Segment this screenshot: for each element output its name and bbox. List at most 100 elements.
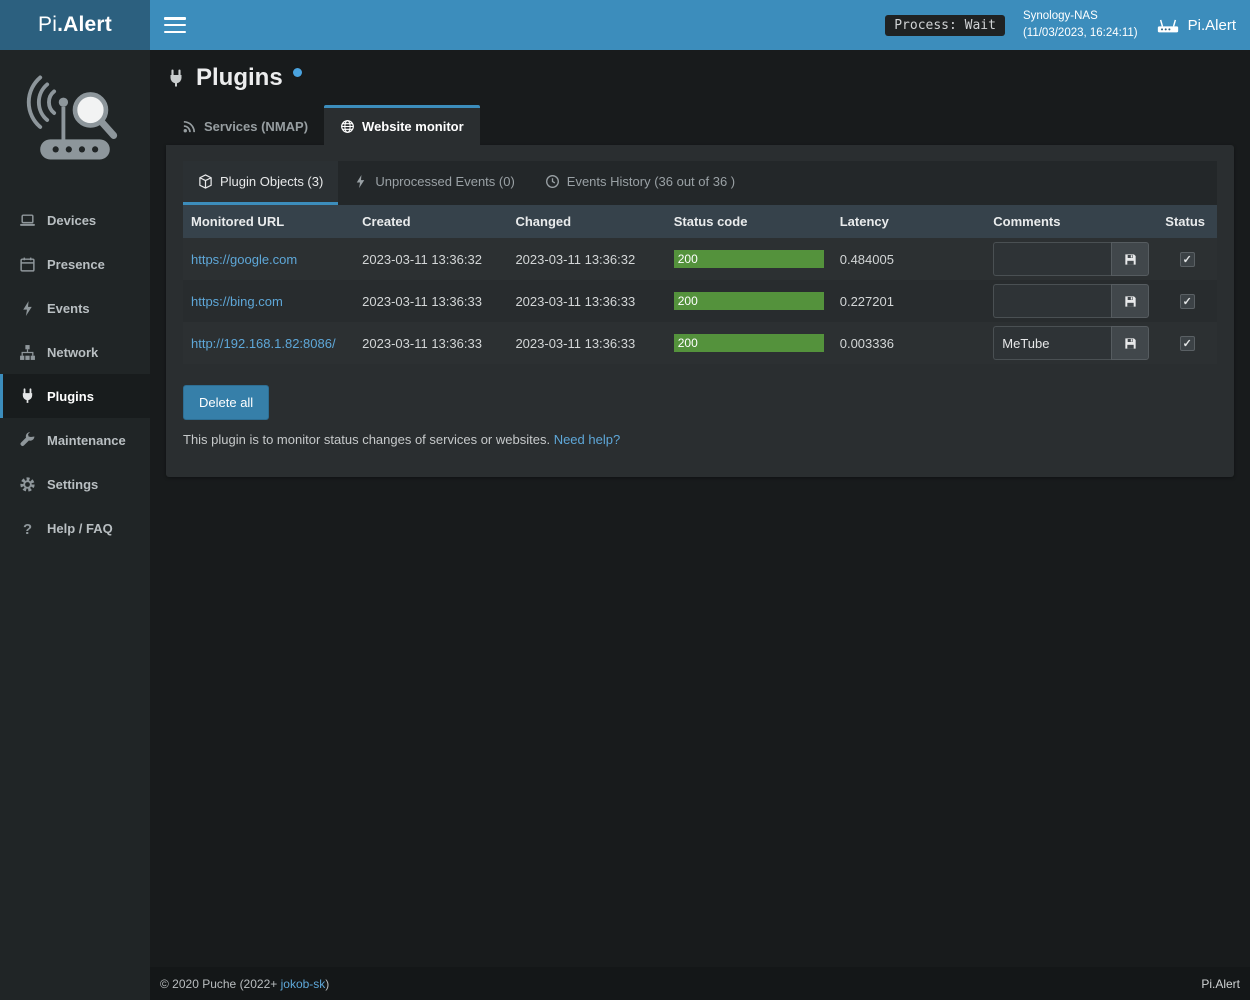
save-comment-button[interactable]: [1111, 326, 1149, 360]
navbar-right: Process: Wait Synology-NAS (11/03/2023, …: [885, 8, 1236, 41]
sidebar-item-label: Plugins: [47, 389, 94, 404]
col-header-comments[interactable]: Comments: [985, 205, 1157, 238]
tab-events-history[interactable]: Events History (36 out of 36 ): [530, 161, 750, 205]
tab-label: Events History (36 out of 36 ): [567, 174, 735, 189]
sitemap-icon: [19, 344, 36, 361]
sidebar-item-label: Presence: [47, 257, 105, 272]
tab-label: Plugin Objects (3): [220, 174, 323, 189]
panel-tabs: Plugin Objects (3) Unprocessed Events (0…: [183, 161, 1217, 205]
help-text: This plugin is to monitor status changes…: [183, 432, 550, 447]
col-header-changed[interactable]: Changed: [507, 205, 665, 238]
plug-icon: [19, 388, 36, 405]
navbar: Process: Wait Synology-NAS (11/03/2023, …: [150, 0, 1250, 50]
website-monitor-panel: Plugin Objects (3) Unprocessed Events (0…: [166, 145, 1234, 477]
bolt-icon: [19, 300, 36, 317]
latency-cell: 0.227201: [832, 280, 986, 322]
delete-all-button[interactable]: Delete all: [183, 385, 269, 420]
clock-icon: [545, 174, 560, 189]
comment-group: [993, 242, 1149, 276]
created-cell: 2023-03-11 13:36:33: [354, 322, 507, 364]
page-title: Plugins: [196, 64, 283, 92]
save-comment-button[interactable]: [1111, 284, 1149, 318]
host-info: Synology-NAS (11/03/2023, 16:24:11): [1023, 8, 1138, 41]
tab-plugin-objects[interactable]: Plugin Objects (3): [183, 161, 338, 205]
host-timestamp: (11/03/2023, 16:24:11): [1023, 25, 1138, 42]
tab-label: Website monitor: [362, 119, 464, 134]
sidebar-item-settings[interactable]: Settings: [0, 462, 150, 506]
tab-label: Services (NMAP): [204, 119, 308, 134]
hamburger-icon[interactable]: [164, 17, 186, 33]
footer-text-prefix: © 2020 Puche (2022+: [160, 977, 281, 991]
comment-group: [993, 326, 1149, 360]
comment-input[interactable]: [993, 326, 1111, 360]
router-icon: [1156, 17, 1180, 34]
sidebar-item-maintenance[interactable]: Maintenance: [0, 418, 150, 462]
tab-services-nmap[interactable]: Services (NMAP): [166, 105, 324, 145]
footer-credits: © 2020 Puche (2022+ jokob-sk): [160, 977, 329, 991]
brand-logo[interactable]: Pi.Alert: [0, 0, 150, 50]
question-icon: ?: [19, 520, 36, 537]
signal-icon: [182, 119, 197, 134]
svg-text:?: ?: [23, 521, 32, 536]
sidebar-item-help-faq[interactable]: ? Help / FAQ: [0, 506, 150, 550]
bolt-icon: [353, 174, 368, 189]
col-header-status-code[interactable]: Status code: [666, 205, 832, 238]
changed-cell: 2023-03-11 13:36:32: [507, 238, 665, 280]
col-header-status[interactable]: Status: [1157, 205, 1217, 238]
page-header: Plugins: [150, 50, 1250, 92]
sidebar-item-label: Network: [47, 345, 98, 360]
status-code-bar: 200: [674, 292, 824, 310]
col-header-latency[interactable]: Latency: [832, 205, 986, 238]
host-name: Synology-NAS: [1023, 8, 1138, 25]
comment-input[interactable]: [993, 242, 1111, 276]
sidebar-item-plugins[interactable]: Plugins: [0, 374, 150, 418]
status-checkbox[interactable]: [1180, 336, 1195, 351]
calendar-icon: [19, 256, 36, 273]
sidebar-item-label: Events: [47, 301, 90, 316]
monitored-url-link[interactable]: https://bing.com: [191, 294, 283, 309]
pialert-router-search-logo: [0, 50, 150, 182]
info-dot-icon[interactable]: [293, 68, 302, 77]
save-comment-button[interactable]: [1111, 242, 1149, 276]
tab-website-monitor[interactable]: Website monitor: [324, 105, 480, 145]
status-checkbox[interactable]: [1180, 252, 1195, 267]
footer-app-name: Pi.Alert: [1201, 977, 1240, 991]
table-row: https://google.com 2023-03-11 13:36:32 2…: [183, 238, 1217, 280]
comment-group: [993, 284, 1149, 318]
status-code-bar: 200: [674, 334, 824, 352]
sidebar-item-events[interactable]: Events: [0, 286, 150, 330]
tab-unprocessed-events[interactable]: Unprocessed Events (0): [338, 161, 529, 205]
plugin-objects-table: Monitored URL Created Changed Status cod…: [183, 205, 1217, 364]
sidebar-menu: Devices Presence Events Network Plugins: [0, 198, 150, 550]
sidebar-item-label: Settings: [47, 477, 98, 492]
sidebar-item-presence[interactable]: Presence: [0, 242, 150, 286]
latency-cell: 0.484005: [832, 238, 986, 280]
top-header: Pi.Alert Process: Wait Synology-NAS (11/…: [0, 0, 1250, 50]
col-header-monitored-url[interactable]: Monitored URL: [183, 205, 354, 238]
footer: © 2020 Puche (2022+ jokob-sk) Pi.Alert: [150, 967, 1250, 1000]
status-checkbox[interactable]: [1180, 294, 1195, 309]
sidebar-item-label: Help / FAQ: [47, 521, 113, 536]
sidebar-item-label: Devices: [47, 213, 96, 228]
footer-text-suffix: ): [325, 977, 329, 991]
sidebar-item-devices[interactable]: Devices: [0, 198, 150, 242]
table-row: http://192.168.1.82:8086/ 2023-03-11 13:…: [183, 322, 1217, 364]
cube-icon: [198, 174, 213, 189]
laptop-icon: [19, 212, 36, 229]
col-header-created[interactable]: Created: [354, 205, 507, 238]
table-row: https://bing.com 2023-03-11 13:36:33 202…: [183, 280, 1217, 322]
comment-input[interactable]: [993, 284, 1111, 318]
gear-icon: [19, 476, 36, 493]
floppy-icon: [1123, 294, 1138, 309]
monitored-url-link[interactable]: http://192.168.1.82:8086/: [191, 336, 336, 351]
jokob-sk-link[interactable]: jokob-sk: [281, 977, 326, 991]
sidebar-item-network[interactable]: Network: [0, 330, 150, 374]
app-name: Pi.Alert: [1188, 17, 1236, 34]
changed-cell: 2023-03-11 13:36:33: [507, 322, 665, 364]
wrench-icon: [19, 432, 36, 449]
main-content: Plugins Services (NMAP) Website monitor …: [150, 50, 1250, 967]
monitored-url-link[interactable]: https://google.com: [191, 252, 297, 267]
plugin-help-text: This plugin is to monitor status changes…: [183, 432, 1217, 447]
need-help-link[interactable]: Need help?: [554, 432, 621, 447]
sidebar-item-label: Maintenance: [47, 433, 126, 448]
